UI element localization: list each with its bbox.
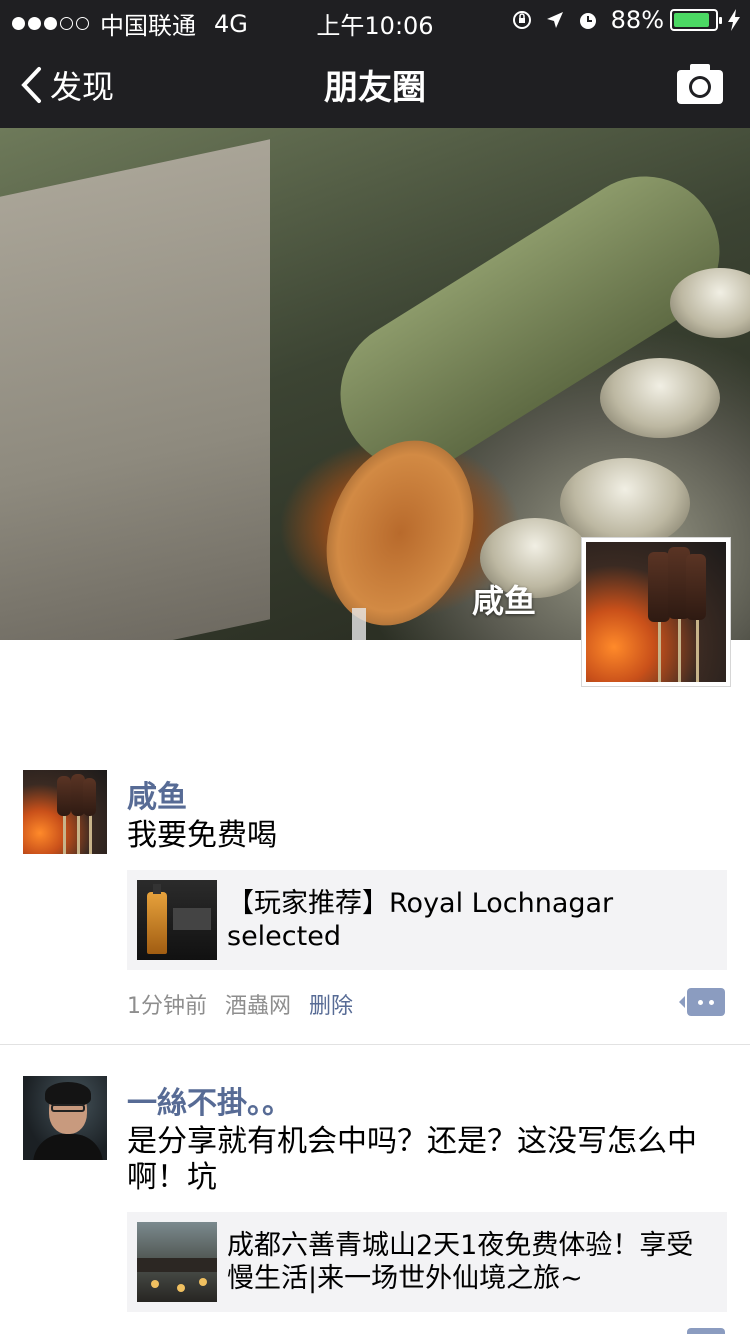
cover-ladle [670,268,750,338]
cover-wooden-board [0,139,270,640]
avatar[interactable] [23,770,107,854]
link-title: 成都六善青城山2天1夜免费体验！享受慢生活|来一场世外仙境之旅~ [227,1230,694,1294]
navigation-bar: 发现 朋友圈 [0,40,750,128]
battery-icon [670,9,722,31]
shared-link-card[interactable]: 成都六善青城山2天1夜免费体验！享受慢生活|来一场世外仙境之旅~ [127,1212,727,1312]
status-right: 88% [499,6,740,34]
cover-pipe-mouth [301,419,499,640]
skewer-avatar-image [586,542,726,682]
post-source[interactable]: 酒蟲网 [225,988,291,1020]
camera-icon[interactable] [676,62,724,106]
link-title: 【玩家推荐】Royal Lochnagar selected [227,888,614,952]
battery-percent: 88% [610,6,664,34]
post-text: 我要免费喝 [127,818,277,853]
comment-button[interactable] [687,1328,725,1334]
cover-ladle [600,358,720,438]
profile-avatar[interactable] [581,537,731,687]
moment-post: 一絲不掛。。 是分享就有机会中吗？还是？这没写怎么中啊！坑 成都六善青城山2天1… [0,1076,750,1334]
divider [0,1044,750,1045]
link-thumbnail [137,1222,217,1302]
rotation-lock-icon [511,9,533,31]
link-thumbnail [137,880,217,960]
moment-post: 咸鱼 我要免费喝 【玩家推荐】Royal Lochnagar selected … [0,770,750,1045]
comment-button[interactable] [679,988,725,1016]
shared-link-card[interactable]: 【玩家推荐】Royal Lochnagar selected [127,870,727,970]
avatar[interactable] [23,1076,107,1160]
charging-bolt-icon [728,9,740,31]
post-meta: 1分钟前 酒蟲网 删除 [127,988,371,1020]
cover-water-stream [352,608,366,640]
page-title: 朋友圈 [324,68,426,108]
alarm-icon [577,9,599,31]
post-text: 是分享就有机会中吗？还是？这没写怎么中啊！坑 [127,1124,697,1195]
delete-link[interactable]: 删除 [309,988,353,1020]
location-arrow-icon [545,10,565,30]
cover-username: 咸鱼 [472,582,537,620]
status-bar: 中国联通 4G 上午10:06 88% [0,0,750,40]
poster-name[interactable]: 咸鱼 [127,772,187,816]
poster-name[interactable]: 一絲不掛。。 [127,1078,292,1122]
post-time: 1分钟前 [127,994,207,1019]
